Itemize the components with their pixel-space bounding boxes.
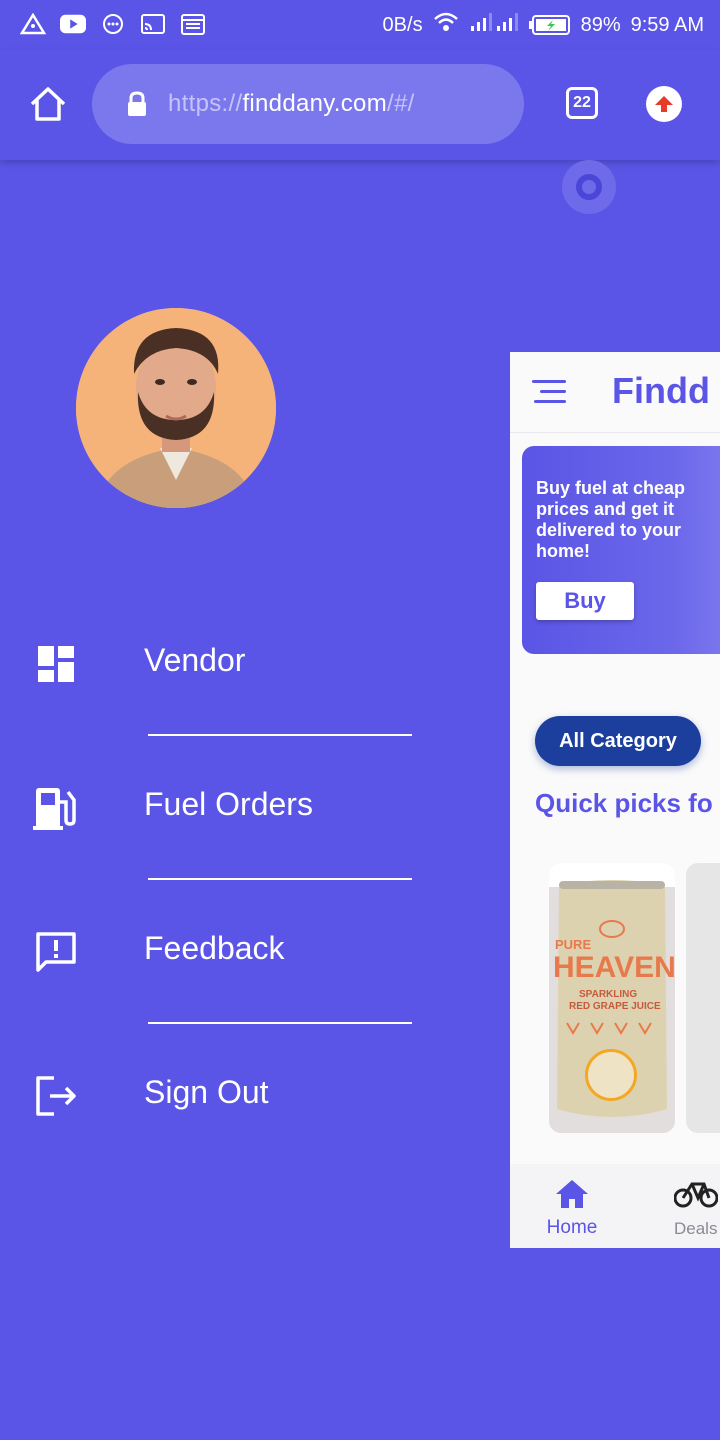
address-bar[interactable]: https://finddany.com/#/ bbox=[92, 64, 524, 144]
promo-text: Buy fuel at cheap prices and get it deli… bbox=[536, 478, 686, 561]
menu-label-feedback: Feedback bbox=[144, 930, 285, 966]
tab-switcher-button[interactable]: 22 bbox=[566, 87, 598, 119]
tab-count: 22 bbox=[573, 94, 591, 111]
url-text: https://finddany.com/#/ bbox=[168, 90, 415, 118]
product-sub-line2: RED GRAPE JUICE bbox=[569, 1001, 661, 1012]
nav-deals[interactable]: Deals bbox=[673, 1178, 720, 1239]
bicycle-icon bbox=[673, 1182, 719, 1208]
net-speed: 0B/s bbox=[382, 13, 423, 36]
cast-icon bbox=[140, 12, 166, 36]
app-main-panel[interactable]: Findd Buy fuel at cheap prices and get i… bbox=[510, 352, 720, 1248]
home-icon bbox=[30, 87, 66, 121]
section-title: Quick picks fo bbox=[535, 788, 713, 818]
menu-item-sign-out[interactable]: Sign Out bbox=[0, 1052, 500, 1142]
buy-button[interactable]: Buy bbox=[536, 582, 634, 620]
dashboard-icon bbox=[38, 646, 74, 682]
menu-item-vendor[interactable]: Vendor bbox=[0, 620, 500, 710]
nav-home-label: Home bbox=[546, 1217, 598, 1238]
home-icon bbox=[556, 1180, 588, 1208]
url-path: /#/ bbox=[387, 90, 415, 117]
divider bbox=[148, 878, 412, 880]
promo-banner: Buy fuel at cheap prices and get it deli… bbox=[522, 446, 720, 654]
browser-toolbar: https://finddany.com/#/ 22 bbox=[0, 50, 720, 160]
sign-out-icon bbox=[36, 1076, 76, 1116]
nav-deals-label: Deals bbox=[674, 1219, 718, 1238]
product-card[interactable] bbox=[686, 863, 720, 1133]
clock: 9:59 AM bbox=[630, 13, 704, 36]
app-title: Findd bbox=[612, 370, 710, 411]
calendar-icon bbox=[180, 12, 206, 36]
menu-item-fuel-orders[interactable]: Fuel Orders bbox=[0, 764, 500, 854]
status-bar: 0B/s 89% 9:59 AM bbox=[0, 0, 720, 50]
menu-label-sign-out: Sign Out bbox=[144, 1074, 269, 1110]
menu-label-fuel-orders: Fuel Orders bbox=[144, 786, 313, 822]
menu-label-vendor: Vendor bbox=[144, 642, 246, 678]
app-header: Findd bbox=[510, 352, 720, 433]
bottom-nav: Home Deals bbox=[510, 1164, 720, 1248]
divider bbox=[148, 1022, 412, 1024]
product-brand-line1: PURE bbox=[555, 937, 591, 952]
spinner-ring bbox=[576, 174, 602, 200]
loading-spinner bbox=[562, 160, 616, 214]
notification-icon bbox=[20, 12, 46, 36]
menu-item-feedback[interactable]: Feedback bbox=[0, 908, 500, 998]
signal-icon bbox=[469, 11, 519, 39]
update-button[interactable] bbox=[646, 86, 682, 122]
product-thumbnail[interactable] bbox=[585, 1049, 637, 1101]
battery-percent: 89% bbox=[580, 13, 621, 36]
youtube-icon bbox=[60, 12, 86, 36]
battery-icon bbox=[528, 15, 571, 35]
category-chip[interactable]: All Category bbox=[535, 716, 701, 766]
wifi-icon bbox=[433, 11, 459, 39]
product-sub-line1: SPARKLING bbox=[579, 989, 637, 1000]
arrow-up-icon bbox=[655, 96, 673, 112]
profile-photo bbox=[76, 308, 276, 508]
product-brand-line2: HEAVEN bbox=[553, 951, 675, 984]
product-card[interactable]: PURE HEAVEN SPARKLING RED GRAPE JUICE bbox=[549, 863, 675, 1133]
messenger-icon bbox=[100, 12, 126, 36]
feedback-icon bbox=[36, 932, 76, 972]
divider bbox=[148, 734, 412, 736]
nav-home[interactable]: Home bbox=[540, 1178, 604, 1239]
fuel-pump-icon bbox=[33, 788, 76, 830]
lock-icon bbox=[128, 91, 146, 116]
url-host: finddany.com bbox=[242, 90, 388, 117]
hamburger-menu-icon[interactable] bbox=[532, 378, 568, 406]
avatar[interactable] bbox=[76, 308, 276, 508]
home-button[interactable] bbox=[28, 84, 68, 124]
url-scheme: https:// bbox=[168, 90, 243, 117]
